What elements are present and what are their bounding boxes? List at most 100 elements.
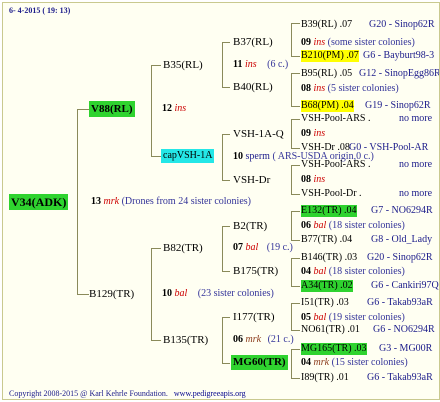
sd-id[interactable]: capVSH-1A	[161, 149, 215, 163]
g3-b175-info: 04 bal (18 sister colonies)	[301, 266, 405, 278]
generation-number: 10	[233, 151, 243, 162]
connector-line	[291, 349, 300, 350]
connector-line	[291, 286, 300, 287]
dd-info: 06 mrk (21 c.)	[233, 334, 294, 346]
pedigree-chart: 6- 4-2015 ( 19: 13) V34(ADK) 13 mrk (Dro…	[2, 2, 440, 400]
g4-b210-line: G6 - Bayburt98-3	[363, 50, 435, 61]
connector-line	[291, 73, 292, 107]
g4-i51-id[interactable]: I51(TR) .03	[301, 297, 349, 309]
root-queen-id[interactable]: V34(ADK)	[9, 194, 69, 210]
breeding-symbol: sperm	[245, 151, 270, 162]
g4-a34-line: G6 - Cankiri97Q	[371, 280, 439, 291]
g4-b39-id[interactable]: B39(RL) .07	[301, 19, 352, 31]
g4-b39-line: G20 - Sinop62R	[369, 19, 435, 30]
g3-i177-info: 05 bal (19 sister colonies)	[301, 312, 405, 324]
g3-b175-id[interactable]: B175(TR)	[233, 265, 278, 277]
connector-line	[151, 156, 161, 157]
root-queen-info: 13 mrk (Drones from 24 sister colonies)	[91, 196, 251, 208]
generation-number: 09	[301, 128, 311, 139]
g4-i51-line: G6 - Takab93aR	[367, 297, 433, 308]
breeding-symbol: ins	[313, 128, 326, 139]
g4-vsh-pool-dr[interactable]: VSH-Pool-Dr .	[301, 188, 362, 200]
g4-no61-line: G6 - NO6294R	[373, 324, 435, 335]
g3-mg60-info: 04 mrk (15 sister colonies)	[301, 357, 408, 369]
breeding-symbol: ins	[313, 174, 326, 185]
sister-colonies-note: (6 c.)	[267, 59, 289, 70]
sister-colonies-note: (19 c.)	[266, 242, 293, 253]
connector-line	[222, 317, 223, 363]
sire-info: 12 ins	[162, 103, 186, 115]
copyright-text: Copyright 2008-2015 @ Karl Kehrle Founda…	[9, 389, 168, 398]
dam-id[interactable]: B129(TR)	[89, 288, 134, 300]
connector-line	[291, 378, 300, 379]
connector-line	[151, 65, 152, 157]
sire-id[interactable]: V88(RL)	[89, 101, 135, 117]
connector-line	[291, 165, 300, 166]
g3-b2-id[interactable]: B2(TR)	[233, 220, 267, 232]
g4-b146-id[interactable]: B146(TR) .03	[301, 252, 357, 264]
g4-vsh-pool-ars-1[interactable]: VSH-Pool-ARS .	[301, 113, 370, 125]
generation-number: 12	[162, 103, 172, 114]
breeding-symbol: mrk	[245, 334, 262, 345]
g4-e132-id[interactable]: E132(TR) .04	[301, 205, 357, 217]
connector-line	[222, 363, 230, 364]
g3-b2-info: 06 bal (18 sister colonies)	[301, 220, 405, 232]
g4-b77-id[interactable]: B77(TR) .04	[301, 234, 352, 246]
connector-line	[77, 294, 89, 295]
g3-b40-id[interactable]: B40(RL)	[233, 81, 273, 93]
connector-line	[291, 73, 300, 74]
connector-line	[222, 42, 230, 43]
g4-no-more-2: no more	[399, 159, 433, 170]
g4-b77-line: G8 - Old_Lady	[371, 234, 433, 245]
g4-a34-id[interactable]: A34(TR) .02	[301, 280, 353, 292]
g4-no-more-1: no more	[399, 113, 433, 124]
sister-colonies-note: (5 sister colonies)	[327, 83, 399, 94]
connector-line	[151, 248, 152, 340]
report-timestamp: 6- 4-2015 ( 19: 13)	[9, 6, 71, 15]
connector-line	[291, 211, 292, 241]
generation-number: 10	[162, 288, 172, 299]
g4-b210-id[interactable]: B210(PM) .07	[301, 50, 359, 62]
connector-line	[222, 134, 230, 135]
breeding-symbol: ins	[313, 37, 326, 48]
connector-line	[291, 258, 292, 287]
g3-vsh-q-id[interactable]: VSH-1A-Q	[233, 128, 284, 140]
g4-b95-id[interactable]: B95(RL) .05	[301, 68, 352, 80]
connector-line	[291, 194, 300, 195]
breeding-symbol: bal	[174, 288, 188, 299]
g4-b95-line: G12 - SinopEgg86R	[359, 68, 440, 79]
drone-note: (Drones from 24 sister colonies)	[121, 196, 251, 207]
ds-id[interactable]: B82(TR)	[163, 242, 203, 254]
breeding-symbol: ins	[174, 103, 187, 114]
g4-vsh-pool-ars-2[interactable]: VSH-Pool-ARS .	[301, 159, 370, 171]
connector-line	[222, 317, 230, 318]
connector-line	[151, 248, 161, 249]
breeding-symbol: ins	[313, 83, 326, 94]
dd-id[interactable]: B135(TR)	[163, 334, 208, 346]
g4-e132-line: G7 - NO6294R	[371, 205, 433, 216]
g3-vsh-dr-id[interactable]: VSH-Dr	[233, 174, 270, 186]
ss-info: 11 ins (6 c.)	[233, 59, 288, 71]
generation-number: 04	[301, 266, 311, 277]
g3-b37-info: 09 ins (some sister colonies)	[301, 37, 415, 49]
g3-b37-id[interactable]: B37(RL)	[233, 36, 273, 48]
website-link[interactable]: www.pedigreeapis.org	[174, 389, 246, 398]
ss-id[interactable]: B35(RL)	[163, 59, 203, 71]
g4-b68-id[interactable]: B68(PM) .04	[301, 100, 354, 112]
g3-i177-id[interactable]: I177(TR)	[233, 311, 275, 323]
generation-number: 11	[233, 59, 243, 70]
footer: Copyright 2008-2015 @ Karl Kehrle Founda…	[9, 388, 246, 399]
generation-number: 07	[233, 242, 243, 253]
g4-i89-id[interactable]: I89(TR) .01	[301, 372, 349, 384]
breeding-symbol: ins	[244, 59, 257, 70]
g4-no61-id[interactable]: NO61(TR) .01	[301, 324, 360, 336]
generation-number: 08	[301, 174, 311, 185]
g4-mg165-id[interactable]: MG165(TR) .03	[301, 343, 367, 355]
connector-line	[291, 23, 300, 24]
g3-mg60-id[interactable]: MG60(TR)	[231, 355, 288, 370]
g4-mg165-line: G3 - MG00R	[379, 343, 433, 354]
g3-vsh-q-info: 09 ins	[301, 128, 325, 140]
g4-vsh-dr[interactable]: VSH-Dr .08	[301, 142, 350, 154]
connector-line	[222, 226, 223, 272]
sister-colonies-note: (18 sister colonies)	[328, 266, 405, 277]
